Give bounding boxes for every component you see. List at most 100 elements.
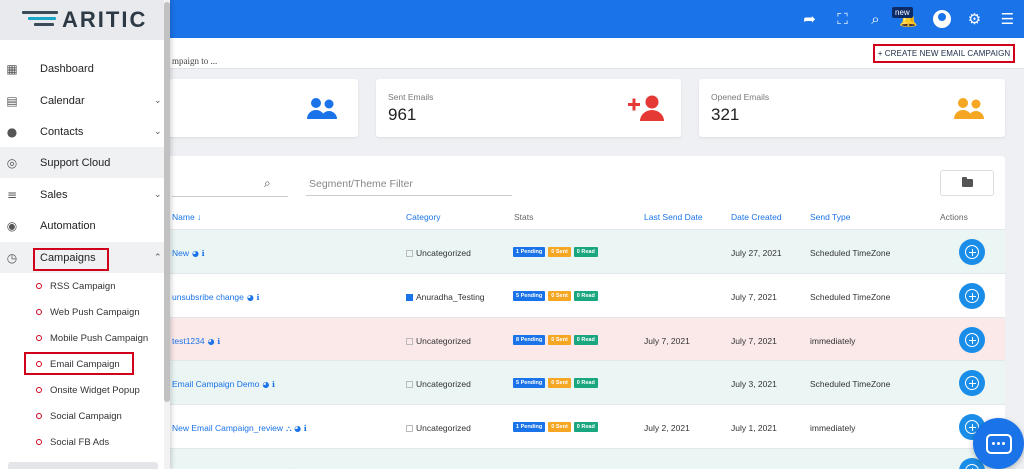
bell-icon[interactable]: 🔔 new [892,0,925,38]
sidebar-subitem-label: Social Campaign [50,410,122,422]
campaign-category: Uncategorized [406,336,471,346]
sent-badge: 0 Sent [548,422,571,432]
send-type: immediately [810,423,856,433]
clock-icon: ◷ [6,250,18,265]
users-icon [306,97,338,126]
calendar-icon: ▤ [6,93,18,108]
table-row[interactable]: New Email Campaign_email◕ ℹUncategorized… [160,448,1005,469]
create-email-campaign-button[interactable]: + CREATE NEW EMAIL CAMPAIGN [873,44,1015,63]
campaign-name-label: unsubsribe change [172,292,244,302]
chevron-up-icon: ⌃ [154,252,162,263]
row-action-button[interactable] [959,327,985,353]
campaigns-highlight [33,248,109,271]
campaign-name[interactable]: New Email Campaign_review ⛬ ◕ ℹ [172,423,307,434]
search-input[interactable] [172,196,288,197]
row-action-button[interactable] [959,283,985,309]
circle-icon [36,439,42,445]
sidebar: ARITIC ▦ Dashboard ▤ Calendar ⌄ ● Contacts ⌄ ◎ Su… [0,0,170,469]
sidebar-subitem-mobile-push-campaign[interactable]: Mobile Push Campaign [0,325,164,351]
row-action-button[interactable] [959,370,985,396]
category-label: Anuradha_Testing [416,292,485,302]
campaign-stats: 1 Pending 0 Sent 0 Read [513,247,598,257]
row-action-button[interactable] [959,239,985,265]
search-icon[interactable]: ⌕ [264,176,271,191]
search-icon[interactable]: ⌕ [859,0,892,38]
campaign-info-icon[interactable]: ⛬ ◕ ℹ [286,424,307,433]
read-badge: 0 Read [573,422,598,432]
sidebar-item-calendar[interactable]: ▤ Calendar ⌄ [0,85,164,116]
chevron-down-icon: ⌄ [154,189,162,200]
logo[interactable]: ARITIC [0,0,170,40]
sidebar-subitem-label: Web Push Campaign [50,306,140,318]
campaign-info-icon[interactable]: ◕ ℹ [192,249,205,258]
gear-icon[interactable]: ⚙ [958,0,991,38]
chat-icon [985,433,1012,454]
sidebar-item-dashboard[interactable]: ▦ Dashboard [0,53,164,84]
last-send-date: July 2, 2021 [644,423,690,433]
email-campaign-highlight [24,352,134,375]
send-type: immediately [810,336,856,346]
chevron-down-icon: ⌄ [154,95,162,106]
sidebar-subitem-social-campaign[interactable]: Social Campaign [0,403,164,429]
fullscreen-icon[interactable]: ⛶ [826,0,859,38]
header-send-type[interactable]: Send Type [810,212,851,222]
plus-circle-icon [965,289,979,303]
campaign-name[interactable]: New ◕ ℹ [172,248,205,258]
logo-text: ARITIC [62,7,148,32]
sidebar-subitem-social-fb-ads[interactable]: Social FB Ads [0,429,164,455]
category-label: Uncategorized [416,248,471,258]
sidebar-item-support-cloud[interactable]: ◎ Support Cloud [0,147,164,178]
read-badge: 0 Read [573,378,598,388]
sidebar-item-label: Sales [40,188,68,201]
plus-circle-icon [965,464,979,469]
sent-badge: 0 Sent [548,335,571,345]
stat-card-opened: Opened Emails 321 [699,79,1005,137]
campaign-stats: 1 Pending 0 Sent 0 Read [513,422,598,432]
sidebar-subitem-onsite-widget-popup[interactable]: Onsite Widget Popup [0,377,164,403]
category-label: Uncategorized [416,379,471,389]
category-label: Uncategorized [416,423,471,433]
sidebar-subitem-web-push-campaign[interactable]: Web Push Campaign [0,299,164,325]
table-row[interactable]: New Email Campaign_review ⛬ ◕ ℹ Uncategori… [160,404,1005,448]
campaign-name-label: Email Campaign Demo [172,379,260,389]
campaign-name[interactable]: Email Campaign Demo ◕ ℹ [172,379,275,389]
database-icon: ≡ [6,187,18,202]
card-value: 321 [711,105,740,124]
chat-widget-button[interactable] [973,418,1024,469]
share-icon[interactable]: ➦ [793,0,826,38]
category-color-icon [406,425,413,432]
circle-icon [36,335,42,341]
header-last-send-date[interactable]: Last Send Date [644,212,703,222]
category-color-icon [406,294,413,301]
campaign-name[interactable]: test1234 ◕ ℹ [172,336,220,346]
circle-icon [36,413,42,419]
sidebar-item-sales[interactable]: ≡ Sales ⌄ [0,179,164,210]
sidebar-item-contacts[interactable]: ● Contacts ⌄ [0,116,164,147]
table-row[interactable]: Email Campaign Demo ◕ ℹ Uncategorized 5 Pen… [160,360,1005,404]
campaign-info-icon[interactable]: ◕ ℹ [247,293,260,302]
category-color-icon [406,338,413,345]
header-date-created[interactable]: Date Created [731,212,782,222]
stat-card-sent: Sent Emails 961 [376,79,681,137]
campaign-info-icon[interactable]: ◕ ℹ [262,380,275,389]
header-name[interactable]: Name ↓ [172,212,201,222]
user-avatar[interactable] [925,0,958,38]
sidebar-subitem-rss-campaign[interactable]: RSS Campaign [0,273,164,299]
segment-theme-filter[interactable] [306,172,512,196]
table-row[interactable]: unsubsribe change ◕ ℹ Anuradha_Testing 5 Pe… [160,273,1005,317]
sidebar-scroll-thumb[interactable] [164,2,170,402]
campaign-info-icon[interactable]: ◕ ℹ [208,337,221,346]
table-row[interactable]: New ◕ ℹ Uncategorized 1 Pending 0 Sent 0 Read… [160,229,1005,273]
folder-button[interactable] [940,170,994,196]
plus-circle-icon [965,245,979,259]
campaign-name[interactable]: unsubsribe change ◕ ℹ [172,292,259,302]
pending-badge: 5 Pending [513,378,546,388]
hamburger-icon[interactable]: ☰ [991,0,1024,38]
pending-badge: 1 Pending [513,247,546,257]
circle-icon [36,387,42,393]
header-category[interactable]: Category [406,212,441,222]
last-send-date: July 7, 2021 [644,336,690,346]
users-icon [953,97,985,126]
table-row[interactable]: test1234 ◕ ℹ Uncategorized 8 Pending 0 Sent 0… [160,317,1005,361]
sidebar-item-automation[interactable]: ◉ Automation [0,210,164,241]
